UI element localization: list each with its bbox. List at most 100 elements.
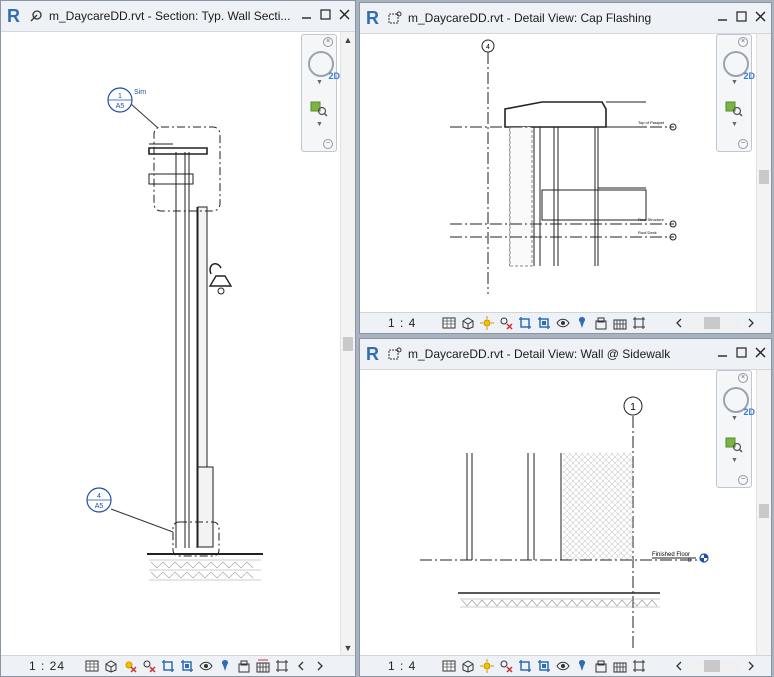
scroll-thumb[interactable] xyxy=(343,337,353,351)
minimize-icon[interactable] xyxy=(300,8,313,21)
steering-wheel-icon[interactable]: 2D xyxy=(723,51,755,81)
lock-3d-icon[interactable] xyxy=(594,316,608,330)
view-scale[interactable]: 1 : 4 xyxy=(388,316,416,330)
navigation-bar[interactable]: × 2D ▼ ▼ − xyxy=(716,370,755,488)
scroll-left-icon[interactable] xyxy=(672,316,686,330)
minimize-icon[interactable] xyxy=(716,10,729,23)
navigation-bar[interactable]: × 2D ▼ ▼ − xyxy=(301,34,340,152)
close-icon[interactable] xyxy=(338,8,351,21)
navbar-options-icon[interactable]: − xyxy=(738,139,748,149)
scroll-thumb[interactable] xyxy=(759,504,769,518)
wall-sidewalk-window[interactable]: R m_DaycareDD.rvt - Detail View: Wall @ … xyxy=(359,338,772,677)
wheel-dropdown-icon[interactable]: ▼ xyxy=(731,415,738,422)
zoom-region-icon[interactable] xyxy=(310,101,328,117)
scroll-right-icon[interactable] xyxy=(744,316,758,330)
grid-bubble[interactable]: 1 xyxy=(623,396,643,416)
navbar-close-icon[interactable]: × xyxy=(323,37,333,47)
zoom-region-icon[interactable] xyxy=(725,437,743,453)
vertical-scrollbar[interactable] xyxy=(756,370,771,656)
view-scale[interactable]: 1 : 24 xyxy=(29,659,65,673)
scroll-down-icon[interactable]: ▼ xyxy=(343,643,353,653)
minimize-icon[interactable] xyxy=(716,346,729,359)
navbar-options-icon[interactable]: − xyxy=(738,475,748,485)
sun-path-icon[interactable] xyxy=(480,316,494,330)
section-drawing-canvas[interactable]: 1 A5 Sim 4 A5 × 2D ▼ ▼ − xyxy=(1,32,341,656)
crop-view-icon[interactable] xyxy=(518,659,532,673)
cap-flashing-canvas[interactable]: 4 Top of Parapet Roof Structure Roof Dec… xyxy=(360,34,757,313)
maximize-icon[interactable] xyxy=(735,346,748,359)
vertical-scrollbar[interactable] xyxy=(756,34,771,313)
cap-flashing-titlebar[interactable]: R m_DaycareDD.rvt - Detail View: Cap Fla… xyxy=(360,3,771,34)
reveal-hidden-icon[interactable] xyxy=(575,316,589,330)
navbar-options-icon[interactable]: − xyxy=(323,139,333,149)
detail-level-icon[interactable] xyxy=(442,316,456,330)
steering-wheel-icon[interactable]: 2D xyxy=(308,51,340,81)
show-crop-icon[interactable] xyxy=(537,316,551,330)
highlight-displacement-icon[interactable] xyxy=(632,659,646,673)
shadows-icon[interactable] xyxy=(499,316,513,330)
highlight-displacement-icon[interactable] xyxy=(275,659,289,673)
horizontal-scrollbar[interactable] xyxy=(672,659,758,673)
scroll-right-icon[interactable] xyxy=(744,659,758,673)
lock-3d-icon[interactable] xyxy=(237,659,251,673)
vertical-scrollbar[interactable]: ▲ ▼ xyxy=(340,32,355,656)
steering-wheel-label: 2D xyxy=(328,71,340,81)
scroll-right-icon[interactable] xyxy=(313,659,327,673)
detail-level-icon[interactable] xyxy=(85,659,99,673)
section-view-window[interactable]: R m_DaycareDD.rvt - Section: Typ. Wall S… xyxy=(0,0,356,677)
analysis-display-icon[interactable] xyxy=(613,316,627,330)
zoom-dropdown-icon[interactable]: ▼ xyxy=(316,121,323,128)
wheel-dropdown-icon[interactable]: ▼ xyxy=(316,79,323,86)
reveal-hidden-icon[interactable] xyxy=(218,659,232,673)
analysis-display-icon[interactable] xyxy=(256,659,270,673)
sun-path-icon[interactable] xyxy=(123,659,137,673)
section-view-titlebar[interactable]: R m_DaycareDD.rvt - Section: Typ. Wall S… xyxy=(1,1,355,32)
reveal-hidden-icon[interactable] xyxy=(575,659,589,673)
scroll-thumb[interactable] xyxy=(759,170,769,184)
navbar-close-icon[interactable]: × xyxy=(738,37,748,47)
wall-sidewalk-titlebar[interactable]: R m_DaycareDD.rvt - Detail View: Wall @ … xyxy=(360,339,771,370)
temporary-hide-icon[interactable] xyxy=(556,316,570,330)
scroll-up-icon[interactable]: ▲ xyxy=(343,35,353,45)
callout-top[interactable]: 1 A5 Sim xyxy=(107,87,146,113)
callout-bottom[interactable]: 4 A5 xyxy=(86,487,112,513)
grid-bubble[interactable]: 4 xyxy=(481,39,495,53)
maximize-icon[interactable] xyxy=(319,8,332,21)
level-head[interactable] xyxy=(699,553,709,563)
steering-wheel-icon[interactable]: 2D xyxy=(723,387,755,417)
wall-sidewalk-canvas[interactable]: 1 Finished Floor 0 × 2D ▼ ▼ − xyxy=(360,370,757,656)
show-crop-icon[interactable] xyxy=(537,659,551,673)
zoom-dropdown-icon[interactable]: ▼ xyxy=(731,121,738,128)
view-scale[interactable]: 1 : 4 xyxy=(388,659,416,673)
visual-style-icon[interactable] xyxy=(104,659,118,673)
scroll-left-icon[interactable] xyxy=(672,659,686,673)
temporary-hide-icon[interactable] xyxy=(199,659,213,673)
temporary-hide-icon[interactable] xyxy=(556,659,570,673)
sun-path-icon[interactable] xyxy=(480,659,494,673)
scroll-thumb[interactable] xyxy=(704,660,720,672)
analysis-display-icon[interactable] xyxy=(613,659,627,673)
zoom-region-icon[interactable] xyxy=(725,101,743,117)
zoom-dropdown-icon[interactable]: ▼ xyxy=(731,457,738,464)
scroll-thumb[interactable] xyxy=(704,317,720,329)
close-icon[interactable] xyxy=(754,10,767,23)
wheel-dropdown-icon[interactable]: ▼ xyxy=(731,79,738,86)
visual-style-icon[interactable] xyxy=(461,659,475,673)
grid-label: 1 xyxy=(630,402,636,413)
close-icon[interactable] xyxy=(754,346,767,359)
lock-3d-icon[interactable] xyxy=(594,659,608,673)
shadows-icon[interactable] xyxy=(142,659,156,673)
crop-view-icon[interactable] xyxy=(161,659,175,673)
maximize-icon[interactable] xyxy=(735,10,748,23)
highlight-displacement-icon[interactable] xyxy=(632,316,646,330)
navbar-close-icon[interactable]: × xyxy=(738,373,748,383)
navigation-bar[interactable]: × 2D ▼ ▼ − xyxy=(716,34,755,152)
visual-style-icon[interactable] xyxy=(461,316,475,330)
show-crop-icon[interactable] xyxy=(180,659,194,673)
cap-flashing-window[interactable]: R m_DaycareDD.rvt - Detail View: Cap Fla… xyxy=(359,2,772,334)
scroll-left-icon[interactable] xyxy=(294,659,308,673)
detail-level-icon[interactable] xyxy=(442,659,456,673)
horizontal-scrollbar[interactable] xyxy=(672,316,758,330)
crop-view-icon[interactable] xyxy=(518,316,532,330)
shadows-icon[interactable] xyxy=(499,659,513,673)
